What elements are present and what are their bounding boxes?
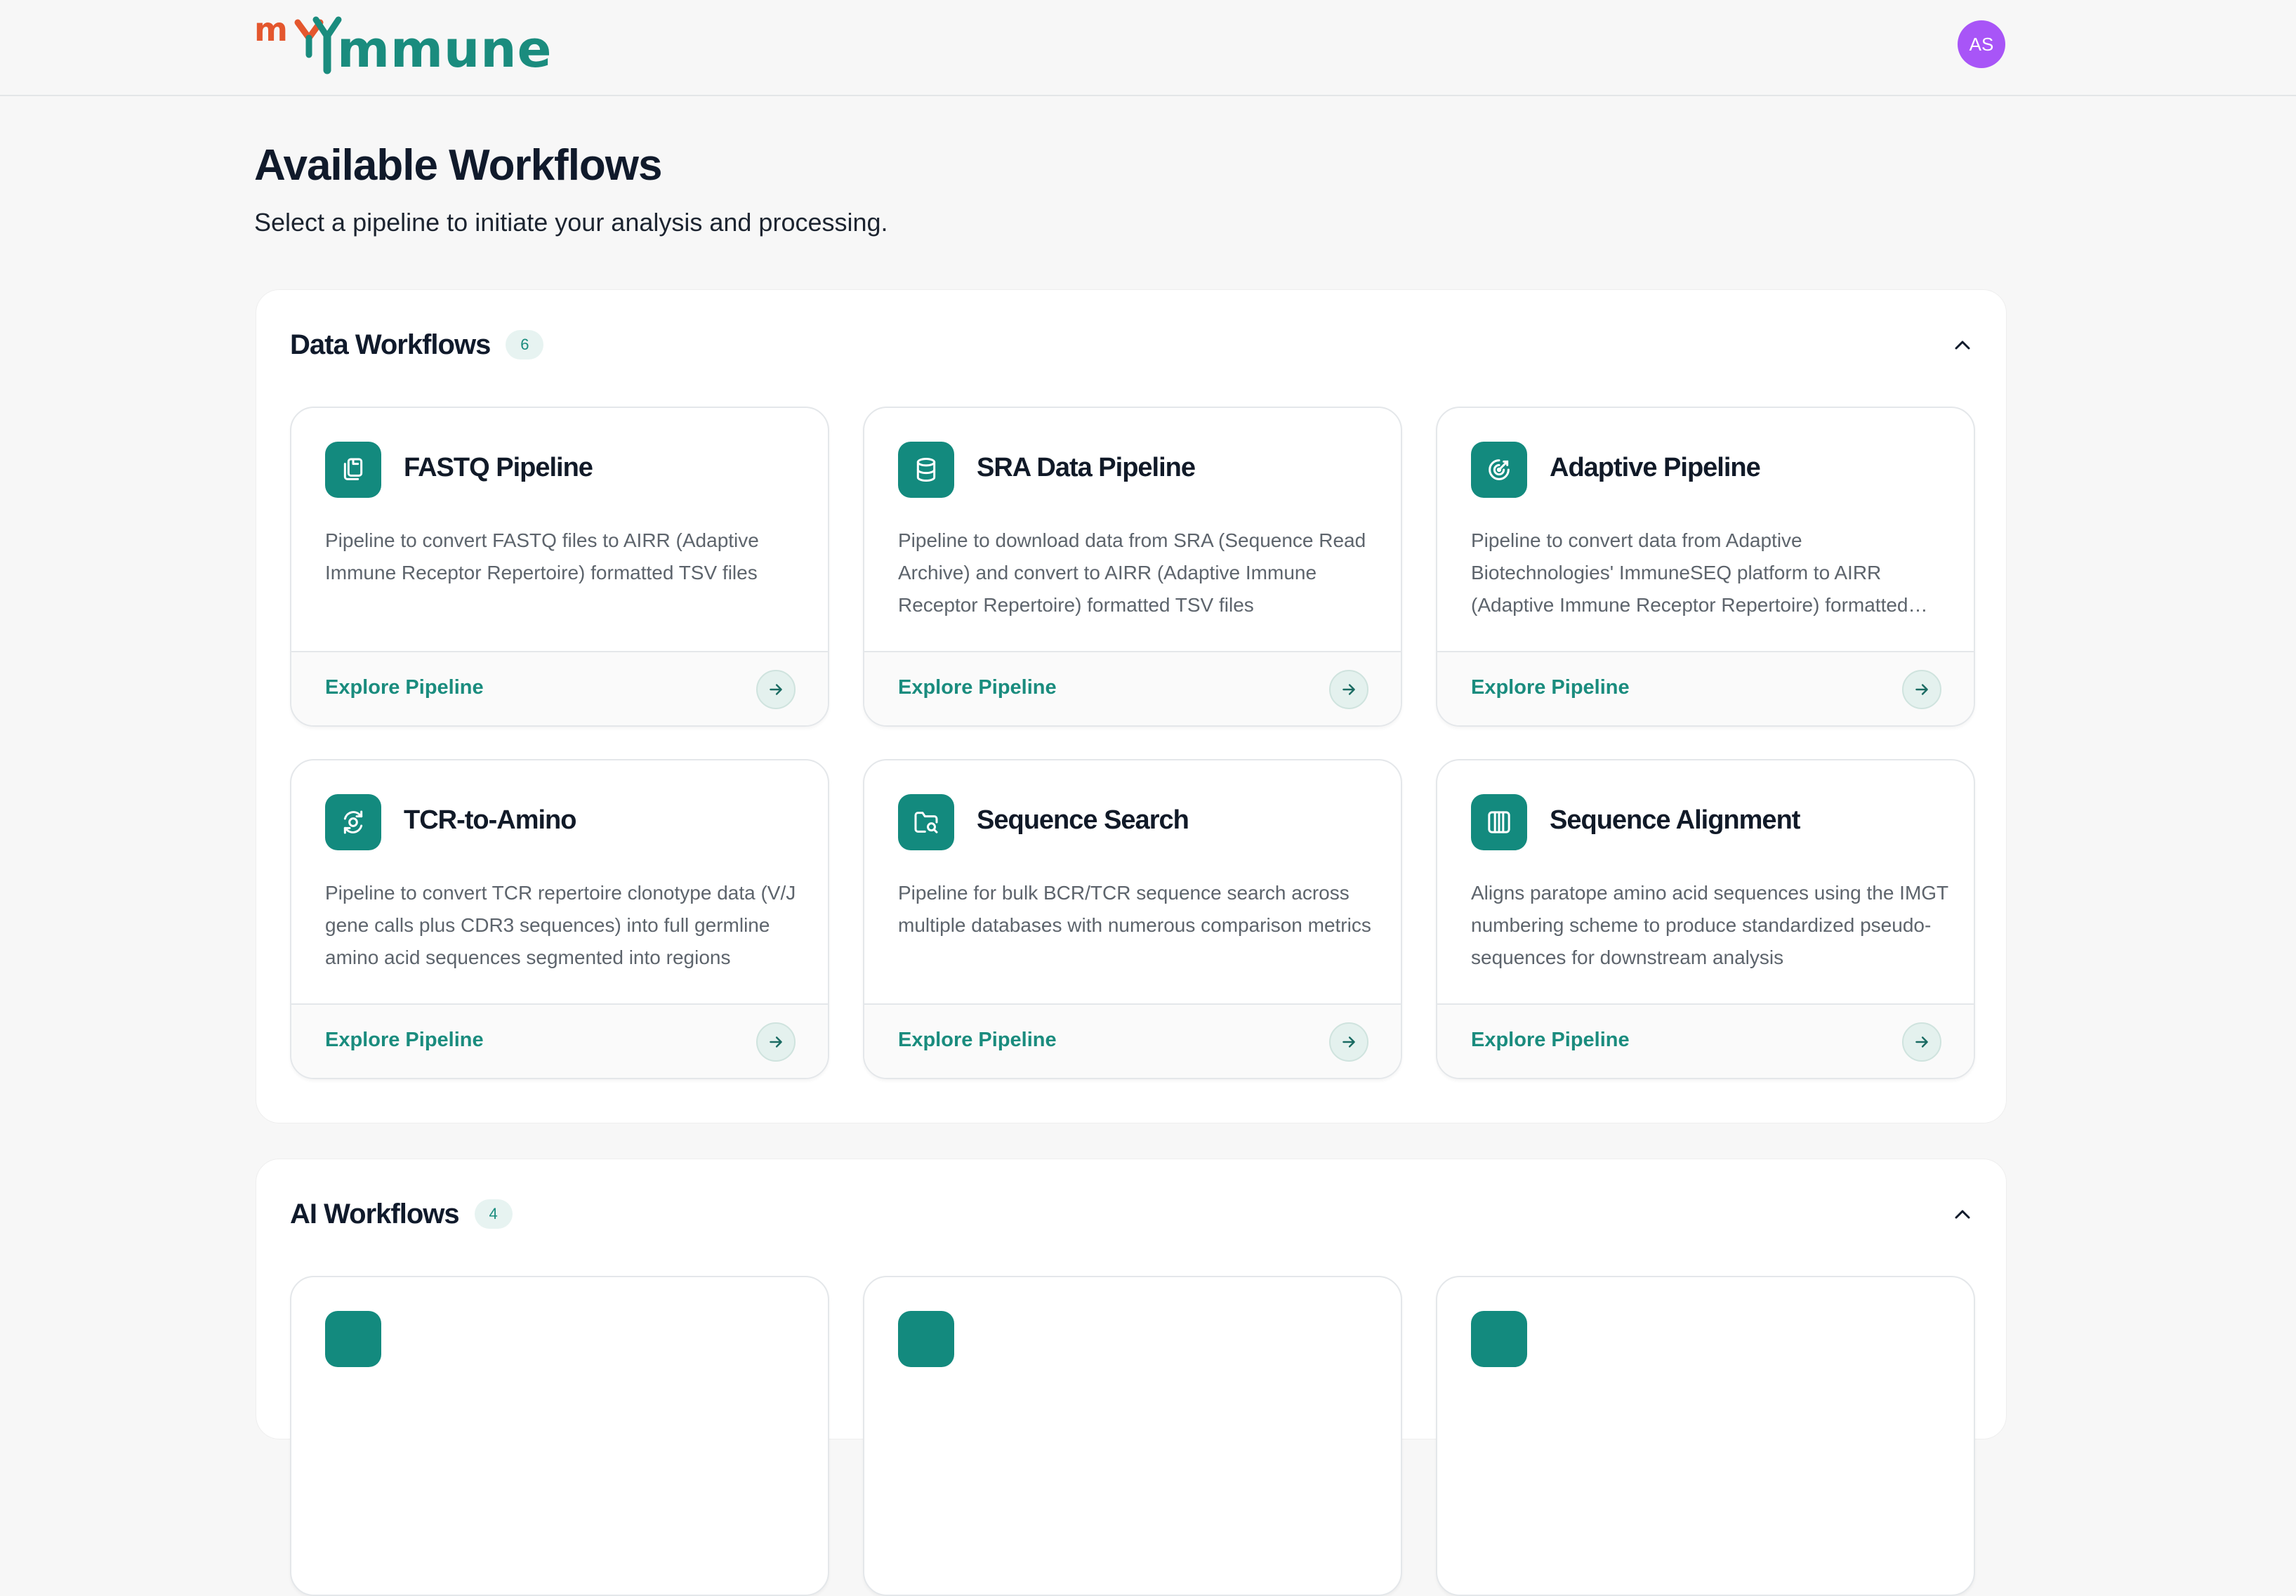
card-footer: Explore Pipeline (291, 1003, 828, 1078)
page-title: Available Workflows (254, 141, 663, 190)
card-description: Pipeline to convert TCR repertoire clono… (325, 882, 796, 968)
arrow-right-icon[interactable] (1902, 670, 1941, 709)
workflow-card[interactable] (1436, 1276, 1975, 1596)
workflow-card-tcr-to-amino[interactable]: TCR-to-Amino Pipeline to convert TCR rep… (290, 759, 829, 1079)
card-description: Pipeline to convert data from Adaptive B… (1471, 529, 1908, 616)
card-footer: Explore Pipeline (864, 651, 1401, 725)
count-badge: 6 (506, 330, 544, 360)
card-title: Sequence Search (977, 805, 1189, 835)
workflow-card-sra[interactable]: SRA Data Pipeline Pipeline to download d… (863, 407, 1402, 727)
logo-wordmark: mmune (337, 20, 553, 79)
card-description: Pipeline to convert FASTQ files to AIRR … (325, 529, 759, 583)
workflow-card-fastq[interactable]: FASTQ Pipeline Pipeline to convert FASTQ… (290, 407, 829, 727)
data-workflows-section: Data Workflows 6 FASTQ Pipeline Pipeline… (256, 289, 2007, 1123)
section-title: Data Workflows (290, 329, 491, 360)
explore-pipeline-link[interactable]: Explore Pipeline (898, 676, 1057, 699)
explore-pipeline-link[interactable]: Explore Pipeline (898, 1029, 1057, 1052)
card-title: Adaptive Pipeline (1550, 453, 1761, 482)
card-footer: Explore Pipeline (1437, 651, 1974, 725)
workflow-card[interactable] (290, 1276, 829, 1596)
card-title: Sequence Alignment (1550, 805, 1800, 835)
top-bar: m mmune AS (0, 0, 2296, 96)
workflow-card-adaptive[interactable]: Adaptive Pipeline Pipeline to convert da… (1436, 407, 1975, 727)
ai-workflows-section: AI Workflows 4 (256, 1159, 2007, 1596)
workflow-card-sequence-alignment[interactable]: Sequence Alignment Aligns paratope amino… (1436, 759, 1975, 1079)
workflow-icon (898, 1311, 954, 1367)
card-title: TCR-to-Amino (404, 805, 576, 835)
workflow-icon (325, 1311, 381, 1367)
explore-pipeline-link[interactable]: Explore Pipeline (325, 1029, 484, 1052)
target-icon (1471, 442, 1527, 498)
card-description: Aligns paratope amino acid sequences usi… (1471, 882, 1948, 968)
database-icon (898, 442, 954, 498)
explore-pipeline-link[interactable]: Explore Pipeline (1471, 1029, 1630, 1052)
arrow-right-icon[interactable] (756, 670, 796, 709)
workflow-card-sequence-search[interactable]: Sequence Search Pipeline for bulk BCR/TC… (863, 759, 1402, 1079)
card-description: Pipeline for bulk BCR/TCR sequence searc… (898, 882, 1371, 936)
page-subtitle: Select a pipeline to initiate your analy… (254, 208, 888, 237)
arrow-right-icon[interactable] (1902, 1022, 1941, 1062)
count-badge: 4 (474, 1199, 513, 1229)
section-title: AI Workflows (290, 1198, 460, 1229)
user-avatar[interactable]: AS (1958, 20, 2005, 68)
explore-pipeline-link[interactable]: Explore Pipeline (1471, 676, 1630, 699)
arrow-right-icon[interactable] (1329, 1022, 1368, 1062)
card-footer: Explore Pipeline (1437, 1003, 1974, 1078)
card-description: Pipeline to download data from SRA (Sequ… (898, 529, 1366, 616)
card-title: FASTQ Pipeline (404, 453, 593, 482)
workflow-icon (1471, 1311, 1527, 1367)
copy-files-icon (325, 442, 381, 498)
workflow-card[interactable] (863, 1276, 1402, 1596)
myimmune-logo[interactable]: m mmune (254, 10, 551, 80)
svg-text:m: m (254, 11, 288, 48)
card-footer: Explore Pipeline (864, 1003, 1401, 1078)
arrow-right-icon[interactable] (756, 1022, 796, 1062)
columns-icon (1471, 794, 1527, 850)
card-footer: Explore Pipeline (291, 651, 828, 725)
collapse-button[interactable] (1947, 1199, 1978, 1229)
chevron-up-icon (1955, 1210, 1970, 1219)
chevron-up-icon (1955, 341, 1970, 350)
section-header[interactable]: AI Workflows 4 (290, 1193, 513, 1235)
arrow-right-icon[interactable] (1329, 670, 1368, 709)
card-title: SRA Data Pipeline (977, 453, 1196, 482)
convert-arrows-icon (325, 794, 381, 850)
folder-search-icon (898, 794, 954, 850)
collapse-button[interactable] (1947, 329, 1978, 360)
explore-pipeline-link[interactable]: Explore Pipeline (325, 676, 484, 699)
section-header[interactable]: Data Workflows 6 (290, 324, 544, 366)
